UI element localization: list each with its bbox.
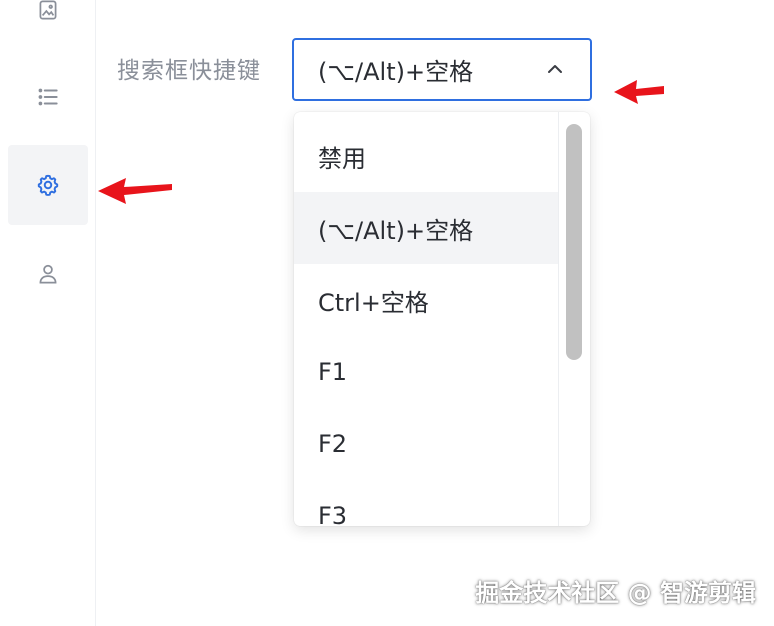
sidebar-item-image[interactable] — [8, 0, 88, 50]
dropdown-option[interactable]: 禁用 — [294, 120, 558, 192]
scrollbar[interactable] — [558, 112, 588, 526]
sidebar — [0, 0, 96, 626]
sidebar-item-user[interactable] — [8, 234, 88, 314]
dropdown-option[interactable]: F3 — [294, 480, 558, 526]
settings-page: 搜索框快捷键 (⌥/Alt)+空格 禁用 (⌥/Alt)+空格 Ctrl+空格 … — [0, 0, 774, 626]
dropdown-option[interactable]: F1 — [294, 336, 558, 408]
scrollbar-thumb[interactable] — [566, 124, 582, 360]
dropdown-menu: 禁用 (⌥/Alt)+空格 Ctrl+空格 F1 F2 F3 — [294, 112, 590, 526]
dropdown-option[interactable]: Ctrl+空格 — [294, 264, 558, 336]
annotation-arrow-sidebar — [98, 178, 172, 204]
list-icon — [38, 88, 58, 106]
annotation-arrow-select — [614, 80, 664, 104]
sidebar-item-list[interactable] — [8, 57, 88, 137]
chevron-up-icon — [548, 65, 562, 73]
select-value: (⌥/Alt)+空格 — [318, 58, 474, 86]
sidebar-item-settings[interactable] — [8, 145, 88, 225]
image-icon — [39, 0, 57, 20]
shortcut-select[interactable]: (⌥/Alt)+空格 — [292, 38, 592, 101]
setting-label: 搜索框快捷键 — [117, 58, 261, 84]
watermark: 掘金技术社区 @ 智游剪辑 — [475, 579, 756, 607]
dropdown-option[interactable]: F2 — [294, 408, 558, 480]
user-icon — [39, 264, 57, 284]
gear-icon — [37, 174, 59, 196]
dropdown-option-selected[interactable]: (⌥/Alt)+空格 — [294, 192, 558, 264]
